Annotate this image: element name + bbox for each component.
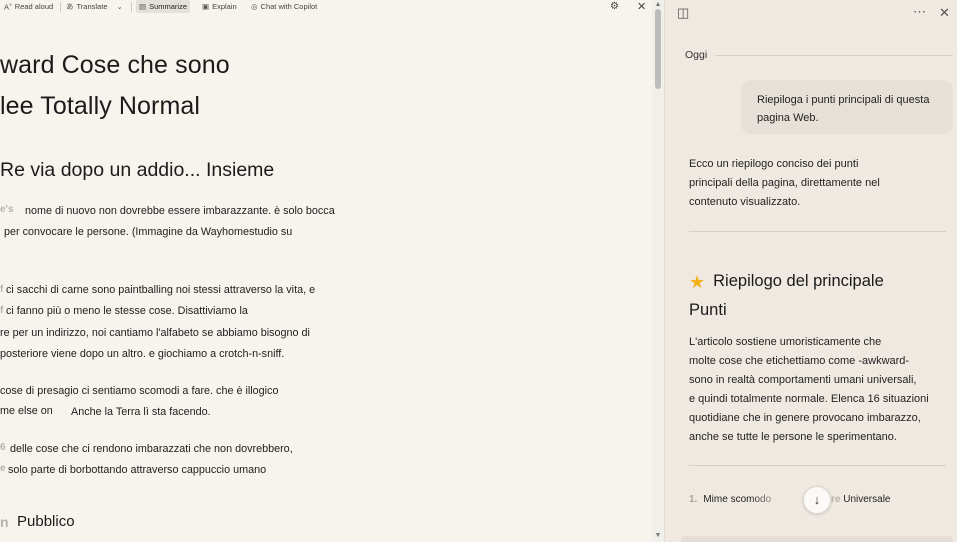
scroll-down-arrow-icon[interactable]: ▼ — [654, 532, 662, 540]
list-item-right: re Universale — [831, 494, 890, 505]
summary-line: e quindi totalmente normale. Elenca 16 s… — [689, 393, 929, 405]
toolbar-divider — [60, 2, 61, 12]
summary-line: L'articolo sostiene umoristicamente che — [689, 336, 882, 348]
paragraph-line: solo parte di borbottando attraverso cap… — [8, 464, 267, 476]
summary-heading-line2: Punti — [689, 301, 727, 319]
ai-response-line: contenuto visualizzato. — [689, 196, 801, 208]
summary-line: molte cose che etichettiamo come -awkwar… — [689, 355, 910, 367]
copilot-pane: ◫ ⋯ ✕ Oggi Riepiloga i punti principali … — [664, 0, 957, 542]
article-subtitle: Re via dopo un addio... Insieme — [0, 159, 275, 181]
more-options-button[interactable]: ⋯ — [913, 5, 926, 18]
summary-line: sono in realtà comportamenti umani unive… — [689, 374, 917, 386]
drop-cap: e's — [0, 204, 14, 215]
chat-label: Chat with Copilot — [260, 2, 318, 11]
gear-icon: ⚙ — [610, 1, 619, 12]
star-icon: ★ — [689, 272, 706, 292]
translate-label: Translate — [76, 2, 108, 11]
close-reader-button[interactable]: ✕ — [637, 0, 646, 13]
paragraph-line: posteriore viene dopo un altro. e giochi… — [0, 348, 285, 360]
section-heading: Pubblico — [17, 513, 75, 530]
read-aloud-label: Read aloud — [14, 2, 54, 11]
chat-with-copilot-button[interactable]: ◎ Chat with Copilot — [251, 0, 317, 13]
composer-edge — [681, 536, 953, 542]
reader-scrollbar[interactable]: ▲ ▼ — [652, 0, 664, 542]
paragraph-line: per convocare le persone. (Immagine da W… — [4, 226, 293, 238]
ai-response-line: Ecco un riepilogo conciso dei punti — [689, 158, 859, 170]
summary-heading: ★ Riepilogo del principale — [689, 272, 884, 293]
chevron-down-icon: ⌄ — [116, 1, 123, 11]
drop-cap: f — [0, 284, 4, 295]
settings-button[interactable]: ⚙ — [610, 0, 619, 13]
explain-icon: ▣ — [202, 1, 210, 11]
date-label: Oggi — [685, 49, 708, 61]
read-aloud-button[interactable]: A» Read aloud — [4, 0, 53, 13]
reader-content: ward Cose che sono lee Totally Normal Re… — [0, 14, 652, 542]
close-icon: ✕ — [939, 5, 950, 20]
drop-cap: 6 — [0, 442, 6, 453]
paragraph-line: nome di nuovo non dovrebbe essere imbara… — [25, 205, 335, 217]
paragraph-line: ci fanno più o meno le stesse cose. Disa… — [6, 305, 248, 317]
ai-response-line: principali della pagina, direttamente ne… — [689, 177, 880, 189]
summarize-icon: ▤ — [139, 1, 147, 11]
response-divider — [689, 231, 946, 232]
sidebar-icon: ◫ — [677, 5, 690, 20]
close-icon: ✕ — [637, 1, 647, 13]
paragraph-line: Anche la Terra lì sta facendo. — [71, 406, 211, 418]
drop-cap: n — [0, 514, 9, 530]
paragraph-line: re per un indirizzo, noi cantiamo l'alfa… — [0, 327, 310, 339]
paragraph-line: cose di presagio ci sentiamo scomodi a f… — [0, 385, 279, 397]
summary-divider — [689, 465, 946, 466]
close-pane-button[interactable]: ✕ — [939, 6, 950, 19]
date-separator: Oggi — [685, 48, 953, 62]
list-item-right-text: Universale — [843, 494, 891, 505]
reader-toolbar: A» Read aloud あ Translate ⌄ ▤ Summarize … — [0, 0, 652, 14]
sidebar-toggle-button[interactable]: ◫ — [677, 6, 689, 19]
summary-heading-line1: Riepilogo del principale — [713, 272, 884, 290]
scroll-up-arrow-icon[interactable]: ▲ — [654, 1, 662, 9]
date-divider — [715, 54, 953, 56]
paragraph-line: ci sacchi di carne sono paintballing noi… — [6, 284, 316, 296]
scrollbar-thumb[interactable] — [655, 9, 661, 89]
translate-icon: あ — [66, 1, 74, 11]
explain-label: Explain — [212, 2, 237, 11]
paragraph-line: delle cose che ci rendono imbarazzati ch… — [10, 443, 293, 455]
scroll-to-bottom-button[interactable]: ↓ — [803, 486, 831, 514]
read-aloud-icon: A» — [4, 1, 12, 11]
drop-cap: f — [0, 305, 4, 316]
list-item-right-prefix: re — [831, 494, 841, 505]
paragraph-line: me else on — [0, 405, 53, 417]
more-icon: ⋯ — [913, 4, 926, 19]
list-number: 1. — [689, 494, 698, 505]
explain-button[interactable]: ▣ Explain — [202, 0, 237, 13]
user-message-bubble: Riepiloga i punti principali di questa p… — [741, 80, 953, 134]
article-title-line1: ward Cose che sono — [0, 51, 230, 79]
summary-line: anche se tutte le persone le sperimentan… — [689, 431, 897, 443]
article-title-line2: lee Totally Normal — [0, 92, 201, 120]
translate-button[interactable]: あ Translate ⌄ — [66, 0, 123, 13]
summarize-label: Summarize — [149, 2, 188, 11]
drop-cap: e — [0, 463, 6, 474]
arrow-down-icon: ↓ — [813, 492, 821, 507]
chat-icon: ◎ — [251, 1, 258, 11]
summarize-button[interactable]: ▤ Summarize — [136, 0, 191, 13]
summary-line: quotidiane che in genere provocano imbar… — [689, 412, 921, 424]
toolbar-divider — [131, 2, 132, 12]
